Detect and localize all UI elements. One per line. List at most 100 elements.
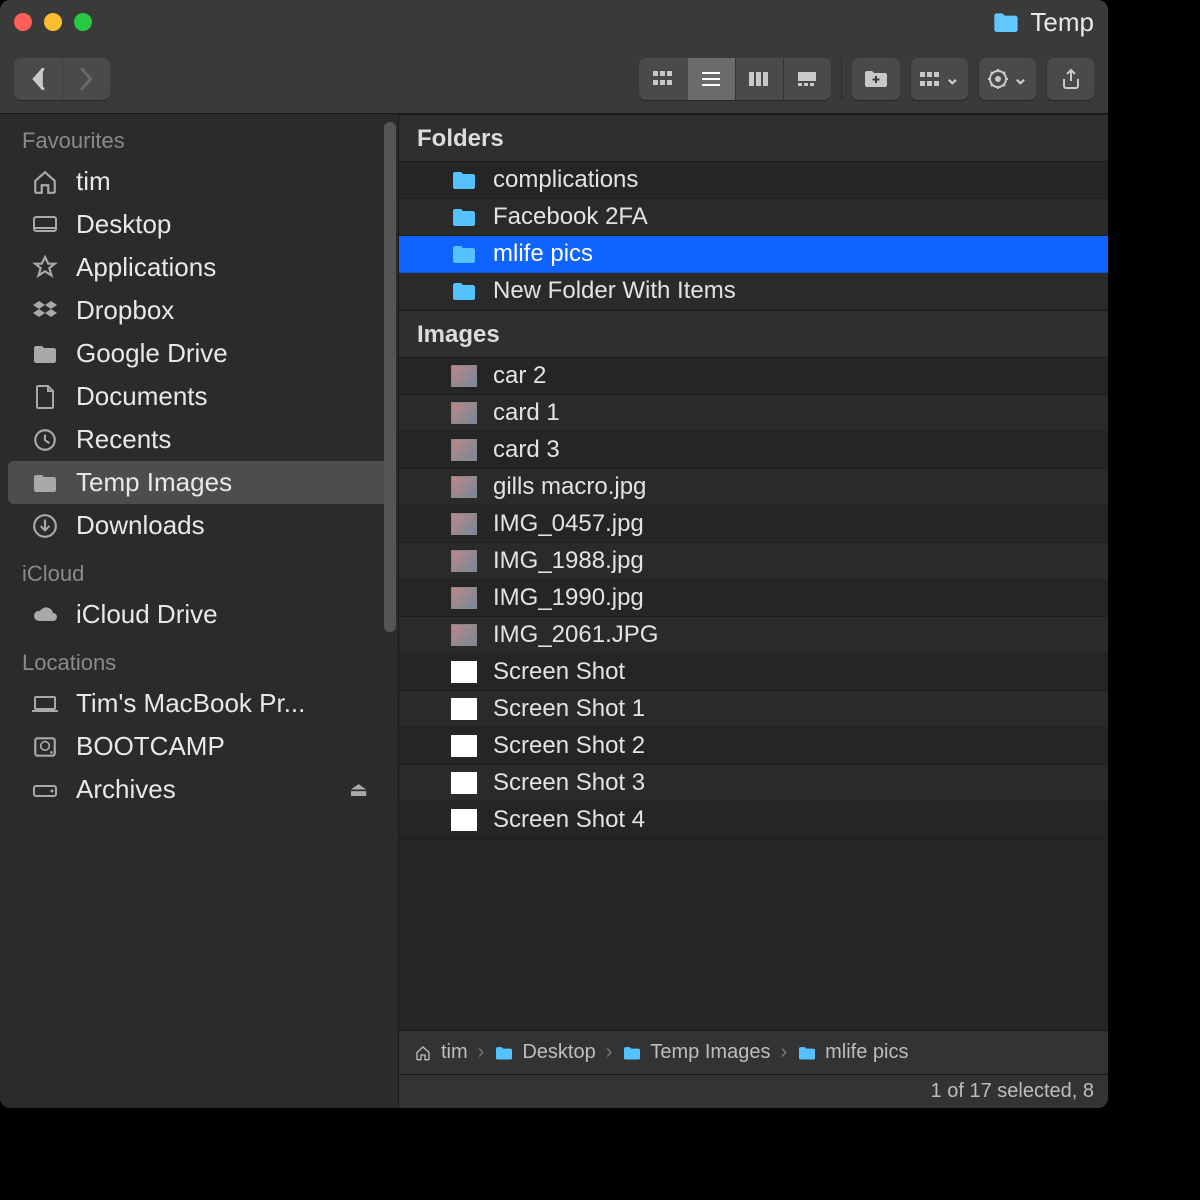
breadcrumb-item[interactable]: Desktop [494, 1041, 595, 1064]
sidebar-section-header: Favourites [0, 114, 398, 160]
file-row[interactable]: complications [399, 162, 1108, 199]
separator [841, 58, 842, 100]
file-row[interactable]: IMG_0457.jpg [399, 506, 1108, 543]
image-thumbnail-icon [451, 439, 477, 461]
file-name: New Folder With Items [493, 277, 736, 305]
folder-icon [451, 169, 477, 191]
image-thumbnail-icon [451, 365, 477, 387]
laptop-icon [30, 689, 60, 719]
sidebar-item[interactable]: Applications [8, 246, 390, 289]
file-list[interactable]: Folderscomplications Facebook 2FA mlife pi… [399, 114, 1108, 1030]
sidebar-item[interactable]: Google Drive [8, 332, 390, 375]
window-title: Temp [1030, 7, 1094, 38]
file-row[interactable]: Screen Shot 3 [399, 765, 1108, 802]
sidebar-item-label: Google Drive [76, 338, 228, 369]
sidebar-item[interactable]: Downloads [8, 504, 390, 547]
file-row[interactable]: Screen Shot 4 [399, 802, 1108, 839]
share-button[interactable] [1046, 58, 1094, 100]
status-bar: 1 of 17 selected, 8 [399, 1074, 1108, 1108]
dropbox-icon [30, 296, 60, 326]
document-icon [451, 809, 477, 831]
applications-icon [30, 253, 60, 283]
sidebar-item-label: Temp Images [76, 467, 232, 498]
gallery-view-button[interactable] [783, 58, 831, 100]
action-menu-button[interactable]: ⌄ [978, 58, 1036, 100]
column-view-button[interactable] [735, 58, 783, 100]
sidebar-item[interactable]: Temp Images [8, 461, 390, 504]
file-name: IMG_2061.JPG [493, 621, 658, 649]
scrollbar[interactable] [384, 122, 396, 632]
file-name: IMG_1988.jpg [493, 547, 644, 575]
back-button[interactable] [14, 58, 62, 100]
eject-icon[interactable]: ⏏ [349, 777, 368, 802]
breadcrumb-item[interactable]: Temp Images [622, 1041, 770, 1064]
file-row[interactable]: mlife pics [399, 236, 1108, 273]
sidebar-item-label: Desktop [76, 209, 171, 240]
sidebar-item[interactable]: BOOTCAMP [8, 725, 390, 768]
sidebar-item[interactable]: Tim's MacBook Pr... [8, 682, 390, 725]
file-row[interactable]: card 3 [399, 432, 1108, 469]
group-by-button[interactable]: ⌄ [910, 58, 968, 100]
forward-button[interactable] [62, 58, 110, 100]
file-row[interactable]: card 1 [399, 395, 1108, 432]
sidebar[interactable]: Favouritestim Desktop Applications Dropbox G… [0, 114, 398, 1108]
group-header: Images [399, 310, 1108, 358]
new-folder-button[interactable] [852, 58, 900, 100]
file-name: Screen Shot [493, 658, 625, 686]
breadcrumb-label: mlife pics [825, 1041, 908, 1064]
sidebar-item[interactable]: Desktop [8, 203, 390, 246]
file-row[interactable]: New Folder With Items [399, 273, 1108, 310]
status-text: 1 of 17 selected, 8 [931, 1080, 1094, 1103]
folder-icon [797, 1045, 817, 1061]
sidebar-item[interactable]: Documents [8, 375, 390, 418]
minimize-window-button[interactable] [44, 13, 62, 31]
sidebar-section-header: Locations [0, 636, 398, 682]
group-header: Folders [399, 114, 1108, 162]
icon-view-button[interactable] [639, 58, 687, 100]
file-row[interactable]: IMG_1990.jpg [399, 580, 1108, 617]
path-bar[interactable]: tim›Desktop›Temp Images›mlife pics [399, 1030, 1108, 1074]
folder-icon [451, 280, 477, 302]
finder-window: Temp [0, 0, 1108, 1108]
breadcrumb-label: Temp Images [650, 1041, 770, 1064]
documents-icon [30, 382, 60, 412]
breadcrumb-item[interactable]: mlife pics [797, 1041, 908, 1064]
folder-icon [30, 339, 60, 369]
file-name: card 3 [493, 436, 560, 464]
sidebar-item[interactable]: iCloud Drive [8, 593, 390, 636]
file-name: IMG_1990.jpg [493, 584, 644, 612]
sidebar-item[interactable]: tim [8, 160, 390, 203]
file-row[interactable]: Screen Shot [399, 654, 1108, 691]
image-thumbnail-icon [451, 550, 477, 572]
file-row[interactable]: IMG_2061.JPG [399, 617, 1108, 654]
file-row[interactable]: Screen Shot 2 [399, 728, 1108, 765]
close-window-button[interactable] [14, 13, 32, 31]
file-row[interactable]: car 2 [399, 358, 1108, 395]
breadcrumb-item[interactable]: tim [413, 1041, 468, 1064]
chevron-down-icon: ⌄ [1013, 68, 1028, 89]
file-row[interactable]: Screen Shot 1 [399, 691, 1108, 728]
toolbar: ⌄ ⌄ [0, 44, 1108, 114]
sidebar-item[interactable]: Dropbox [8, 289, 390, 332]
file-row[interactable]: gills macro.jpg [399, 469, 1108, 506]
zoom-window-button[interactable] [74, 13, 92, 31]
sidebar-item-label: Applications [76, 252, 216, 283]
image-thumbnail-icon [451, 513, 477, 535]
sidebar-item[interactable]: Recents [8, 418, 390, 461]
sidebar-item-label: Downloads [76, 510, 205, 541]
list-view-button[interactable] [687, 58, 735, 100]
file-name: Facebook 2FA [493, 203, 648, 231]
file-row[interactable]: IMG_1988.jpg [399, 543, 1108, 580]
file-name: Screen Shot 1 [493, 695, 645, 723]
folder-icon [992, 11, 1020, 33]
downloads-icon [30, 511, 60, 541]
sidebar-item-label: Dropbox [76, 295, 174, 326]
document-icon [451, 661, 477, 683]
sidebar-item[interactable]: Archives⏏ [8, 768, 390, 811]
file-row[interactable]: Facebook 2FA [399, 199, 1108, 236]
home-icon [30, 167, 60, 197]
file-name: card 1 [493, 399, 560, 427]
document-icon [451, 735, 477, 757]
image-thumbnail-icon [451, 587, 477, 609]
recents-icon [30, 425, 60, 455]
